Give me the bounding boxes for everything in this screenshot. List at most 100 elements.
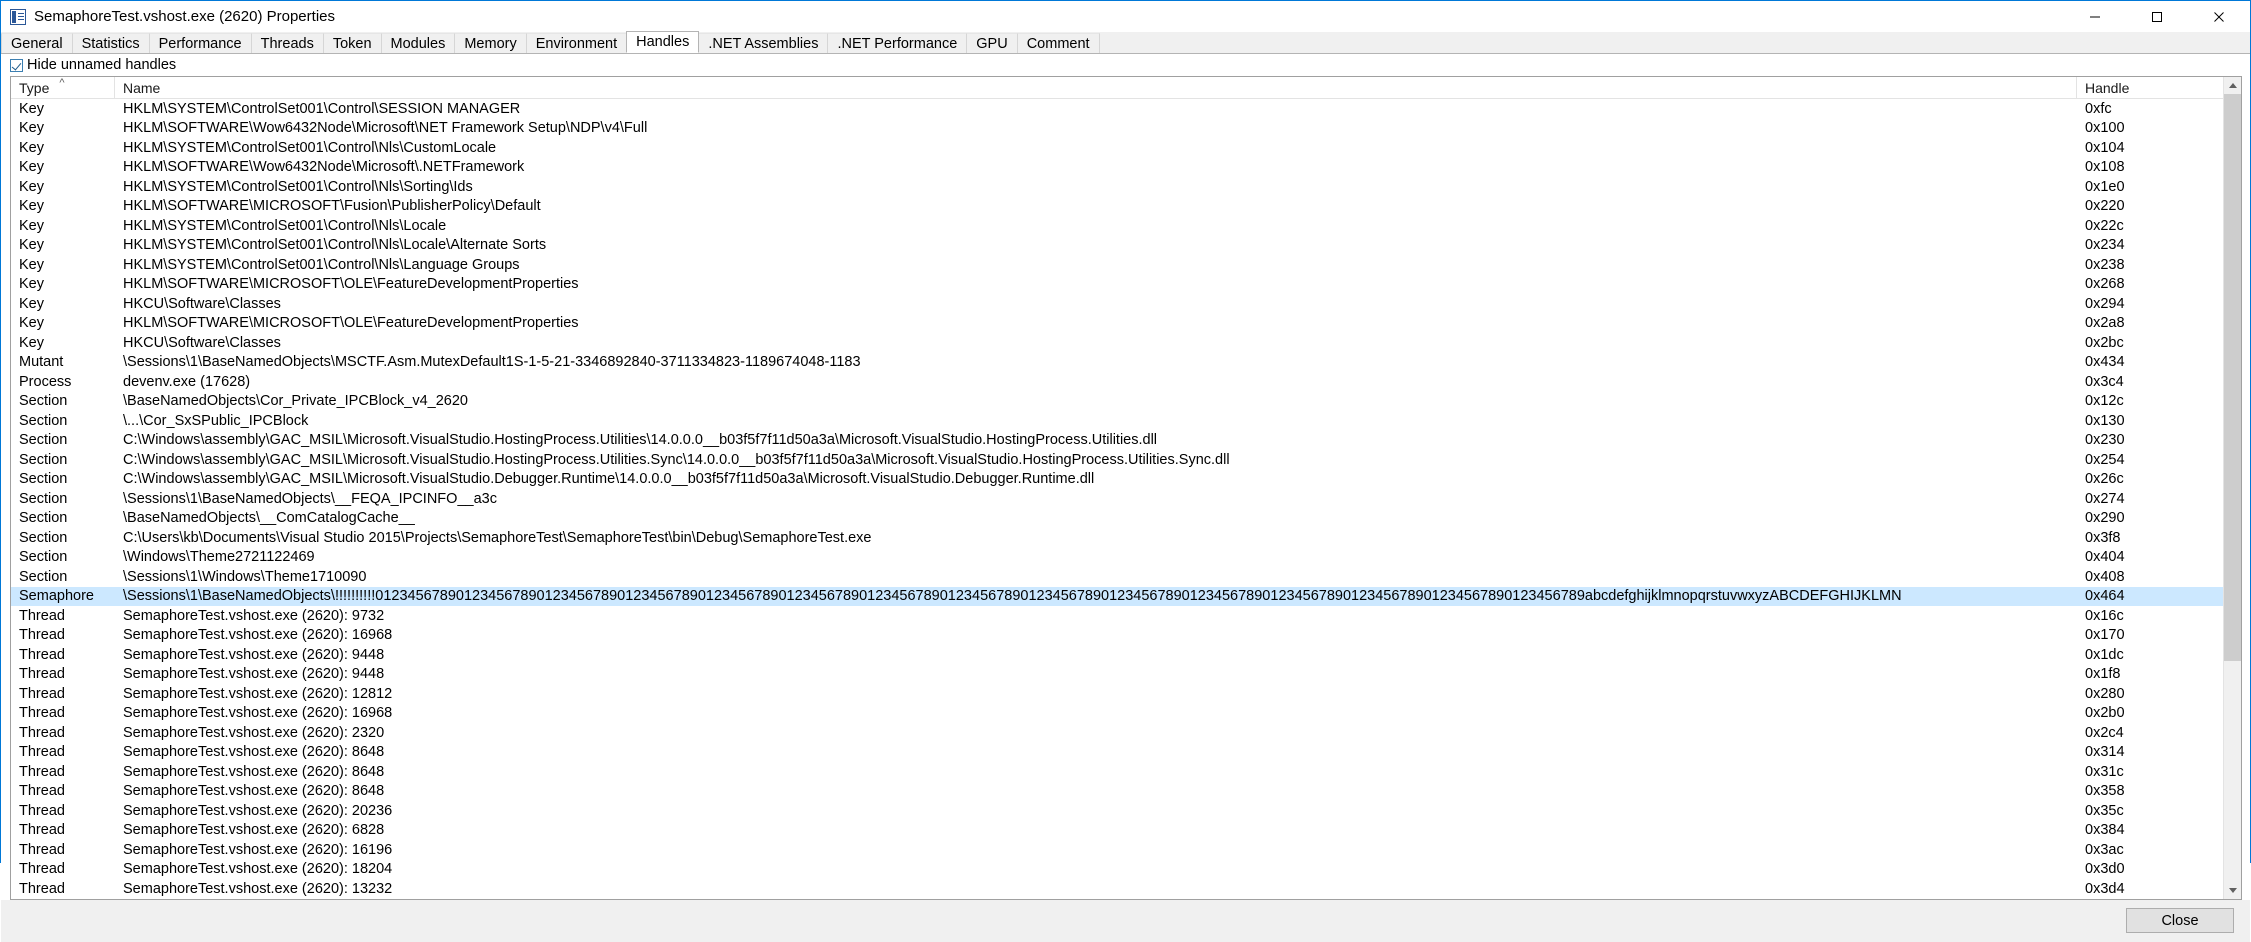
tab-modules[interactable]: Modules bbox=[380, 33, 456, 53]
table-row[interactable]: Section C:\Windows\assembly\GAC_MSIL\Micr… bbox=[11, 431, 2223, 451]
cell-type: Section bbox=[19, 549, 68, 566]
cell-type: Section bbox=[19, 412, 68, 429]
tab-token[interactable]: Token bbox=[322, 33, 382, 53]
scrollbar-thumb[interactable] bbox=[2224, 94, 2241, 661]
column-header-name[interactable]: Name bbox=[115, 77, 2077, 98]
table-row[interactable]: Thread SemaphoreTest.vshost.exe (2620): 1… bbox=[11, 626, 2223, 646]
cell-handle: 0x384 bbox=[2085, 822, 2125, 839]
table-row[interactable]: Key HKLM\SYSTEM\ControlSet001\Control\SES… bbox=[11, 99, 2223, 119]
table-row[interactable]: Section \BaseNamedObjects\__ComCatalogCac… bbox=[11, 509, 2223, 529]
table-row[interactable]: Key HKLM\SOFTWARE\Wow6432Node\Microsoft\.… bbox=[11, 158, 2223, 178]
cell-handle: 0x12c bbox=[2085, 393, 2124, 410]
cell-type: Thread bbox=[19, 666, 65, 683]
sort-ascending-icon: ^ bbox=[59, 77, 65, 89]
column-header-type[interactable]: Type ^ bbox=[11, 77, 115, 98]
table-row[interactable]: Thread SemaphoreTest.vshost.exe (2620): 8… bbox=[11, 762, 2223, 782]
table-row[interactable]: Key HKLM\SOFTWARE\MICROSOFT\OLE\FeatureDe… bbox=[11, 314, 2223, 334]
window-title: SemaphoreTest.vshost.exe (2620) Properti… bbox=[34, 8, 335, 25]
tab-statistics[interactable]: Statistics bbox=[71, 33, 150, 53]
cell-type: Key bbox=[19, 139, 44, 156]
hide-unnamed-handles-label[interactable]: Hide unnamed handles bbox=[27, 57, 176, 73]
cell-type: Thread bbox=[19, 802, 65, 819]
tab-memory[interactable]: Memory bbox=[454, 33, 527, 53]
table-row[interactable]: Process devenv.exe (17628) 0x3c4 bbox=[11, 372, 2223, 392]
cell-handle: 0x274 bbox=[2085, 490, 2125, 507]
title-bar: SemaphoreTest.vshost.exe (2620) Properti… bbox=[1, 1, 2250, 32]
table-row[interactable]: Mutant \Sessions\1\BaseNamedObjects\MSCTF… bbox=[11, 353, 2223, 373]
table-row[interactable]: Thread SemaphoreTest.vshost.exe (2620): 9… bbox=[11, 606, 2223, 626]
table-row[interactable]: Key HKLM\SOFTWARE\Wow6432Node\Microsoft\N… bbox=[11, 119, 2223, 139]
table-row[interactable]: Key HKLM\SYSTEM\ControlSet001\Control\Nls… bbox=[11, 177, 2223, 197]
table-row[interactable]: Section \...\Cor_SxSPublic_IPCBlock 0x130 bbox=[11, 411, 2223, 431]
hide-unnamed-handles-checkbox[interactable] bbox=[10, 58, 23, 72]
table-row[interactable]: Thread SemaphoreTest.vshost.exe (2620): 8… bbox=[11, 782, 2223, 802]
cell-name: HKLM\SYSTEM\ControlSet001\Control\Nls\La… bbox=[123, 256, 520, 273]
tab-threads[interactable]: Threads bbox=[250, 33, 324, 53]
table-row[interactable]: Key HKCU\Software\Classes 0x2bc bbox=[11, 333, 2223, 353]
table-row[interactable]: Thread SemaphoreTest.vshost.exe (2620): 1… bbox=[11, 860, 2223, 880]
table-row[interactable]: Section C:\Windows\assembly\GAC_MSIL\Micr… bbox=[11, 470, 2223, 490]
table-row[interactable]: Section \BaseNamedObjects\Cor_Private_IPC… bbox=[11, 392, 2223, 412]
cell-type: Thread bbox=[19, 705, 65, 722]
column-header-handle-label: Handle bbox=[2085, 79, 2130, 96]
table-row[interactable]: Thread SemaphoreTest.vshost.exe (2620): 1… bbox=[11, 684, 2223, 704]
close-button[interactable]: Close bbox=[2126, 908, 2234, 933]
table-row[interactable]: Key HKLM\SYSTEM\ControlSet001\Control\Nls… bbox=[11, 138, 2223, 158]
tab-general[interactable]: General bbox=[1, 33, 73, 53]
table-row[interactable]: Thread SemaphoreTest.vshost.exe (2620): 2… bbox=[11, 801, 2223, 821]
table-row[interactable]: Section C:\Users\kb\Documents\Visual Stud… bbox=[11, 528, 2223, 548]
tab-net-assemblies[interactable]: .NET Assemblies bbox=[698, 33, 829, 53]
table-row[interactable]: Thread SemaphoreTest.vshost.exe (2620): 2… bbox=[11, 723, 2223, 743]
cell-type: Thread bbox=[19, 763, 65, 780]
column-header-handle[interactable]: Handle bbox=[2077, 77, 2187, 98]
table-row[interactable]: Thread SemaphoreTest.vshost.exe (2620): 1… bbox=[11, 840, 2223, 860]
tab-net-performance[interactable]: .NET Performance bbox=[827, 33, 968, 53]
table-row[interactable]: Semaphore \Sessions\1\BaseNamedObjects\!!… bbox=[11, 586, 2223, 606]
table-row[interactable]: Thread SemaphoreTest.vshost.exe (2620): 1… bbox=[11, 879, 2223, 899]
cell-type: Section bbox=[19, 471, 68, 488]
footer-bar: Close bbox=[1, 899, 2250, 942]
cell-name: SemaphoreTest.vshost.exe (2620): 16196 bbox=[123, 841, 393, 858]
cell-name: HKLM\SYSTEM\ControlSet001\Control\SESSIO… bbox=[123, 100, 521, 117]
cell-name: HKLM\SYSTEM\ControlSet001\Control\Nls\Cu… bbox=[123, 139, 497, 156]
table-row[interactable]: Key HKLM\SYSTEM\ControlSet001\Control\Nls… bbox=[11, 216, 2223, 236]
scrollbar-track[interactable] bbox=[2224, 94, 2241, 882]
table-row[interactable]: Thread SemaphoreTest.vshost.exe (2620): 9… bbox=[11, 665, 2223, 685]
cell-type: Thread bbox=[19, 685, 65, 702]
cell-name: SemaphoreTest.vshost.exe (2620): 9448 bbox=[123, 666, 385, 683]
table-row[interactable]: Thread SemaphoreTest.vshost.exe (2620): 1… bbox=[11, 704, 2223, 724]
cell-handle: 0x22c bbox=[2085, 217, 2124, 234]
cell-handle: 0x268 bbox=[2085, 276, 2125, 293]
table-row[interactable]: Thread SemaphoreTest.vshost.exe (2620): 9… bbox=[11, 645, 2223, 665]
table-row[interactable]: Key HKCU\Software\Classes 0x294 bbox=[11, 294, 2223, 314]
cell-name: \...\Cor_SxSPublic_IPCBlock bbox=[123, 412, 309, 429]
table-row[interactable]: Key HKLM\SYSTEM\ControlSet001\Control\Nls… bbox=[11, 236, 2223, 256]
table-row[interactable]: Thread SemaphoreTest.vshost.exe (2620): 6… bbox=[11, 821, 2223, 841]
cell-name: SemaphoreTest.vshost.exe (2620): 9448 bbox=[123, 646, 385, 663]
tab-strip: General Statistics Performance Threads Token… bbox=[1, 31, 1100, 54]
table-row[interactable]: Section \Sessions\1\BaseNamedObjects\__FE… bbox=[11, 489, 2223, 509]
tab-performance[interactable]: Performance bbox=[148, 33, 252, 53]
window-close-button[interactable] bbox=[2188, 1, 2250, 32]
table-row[interactable]: Section C:\Windows\assembly\GAC_MSIL\Micr… bbox=[11, 450, 2223, 470]
cell-handle: 0x238 bbox=[2085, 256, 2125, 273]
vertical-scrollbar[interactable] bbox=[2223, 77, 2241, 899]
scroll-up-button[interactable] bbox=[2224, 77, 2241, 94]
scroll-down-button[interactable] bbox=[2224, 881, 2241, 899]
table-row[interactable]: Section \Sessions\1\Windows\Theme1710090 0… bbox=[11, 567, 2223, 587]
table-row[interactable]: Key HKLM\SYSTEM\ControlSet001\Control\Nls… bbox=[11, 255, 2223, 275]
cell-name: \Sessions\1\Windows\Theme1710090 bbox=[123, 568, 367, 585]
table-row[interactable]: Section \Windows\Theme2721122469 0x404 bbox=[11, 548, 2223, 568]
table-row[interactable]: Thread SemaphoreTest.vshost.exe (2620): 8… bbox=[11, 743, 2223, 763]
cell-handle: 0x35c bbox=[2085, 802, 2124, 819]
tab-handles[interactable]: Handles bbox=[626, 31, 700, 53]
tab-gpu[interactable]: GPU bbox=[966, 33, 1018, 53]
minimize-button[interactable] bbox=[2064, 1, 2126, 32]
maximize-button[interactable] bbox=[2126, 1, 2188, 32]
cell-type: Key bbox=[19, 100, 44, 117]
table-row[interactable]: Key HKLM\SOFTWARE\MICROSOFT\Fusion\Publis… bbox=[11, 197, 2223, 217]
process-properties-window: SemaphoreTest.vshost.exe (2620) Properti… bbox=[0, 0, 2251, 942]
table-row[interactable]: Key HKLM\SOFTWARE\MICROSOFT\OLE\FeatureDe… bbox=[11, 275, 2223, 295]
tab-comment[interactable]: Comment bbox=[1016, 33, 1100, 53]
tab-environment[interactable]: Environment bbox=[525, 33, 628, 53]
